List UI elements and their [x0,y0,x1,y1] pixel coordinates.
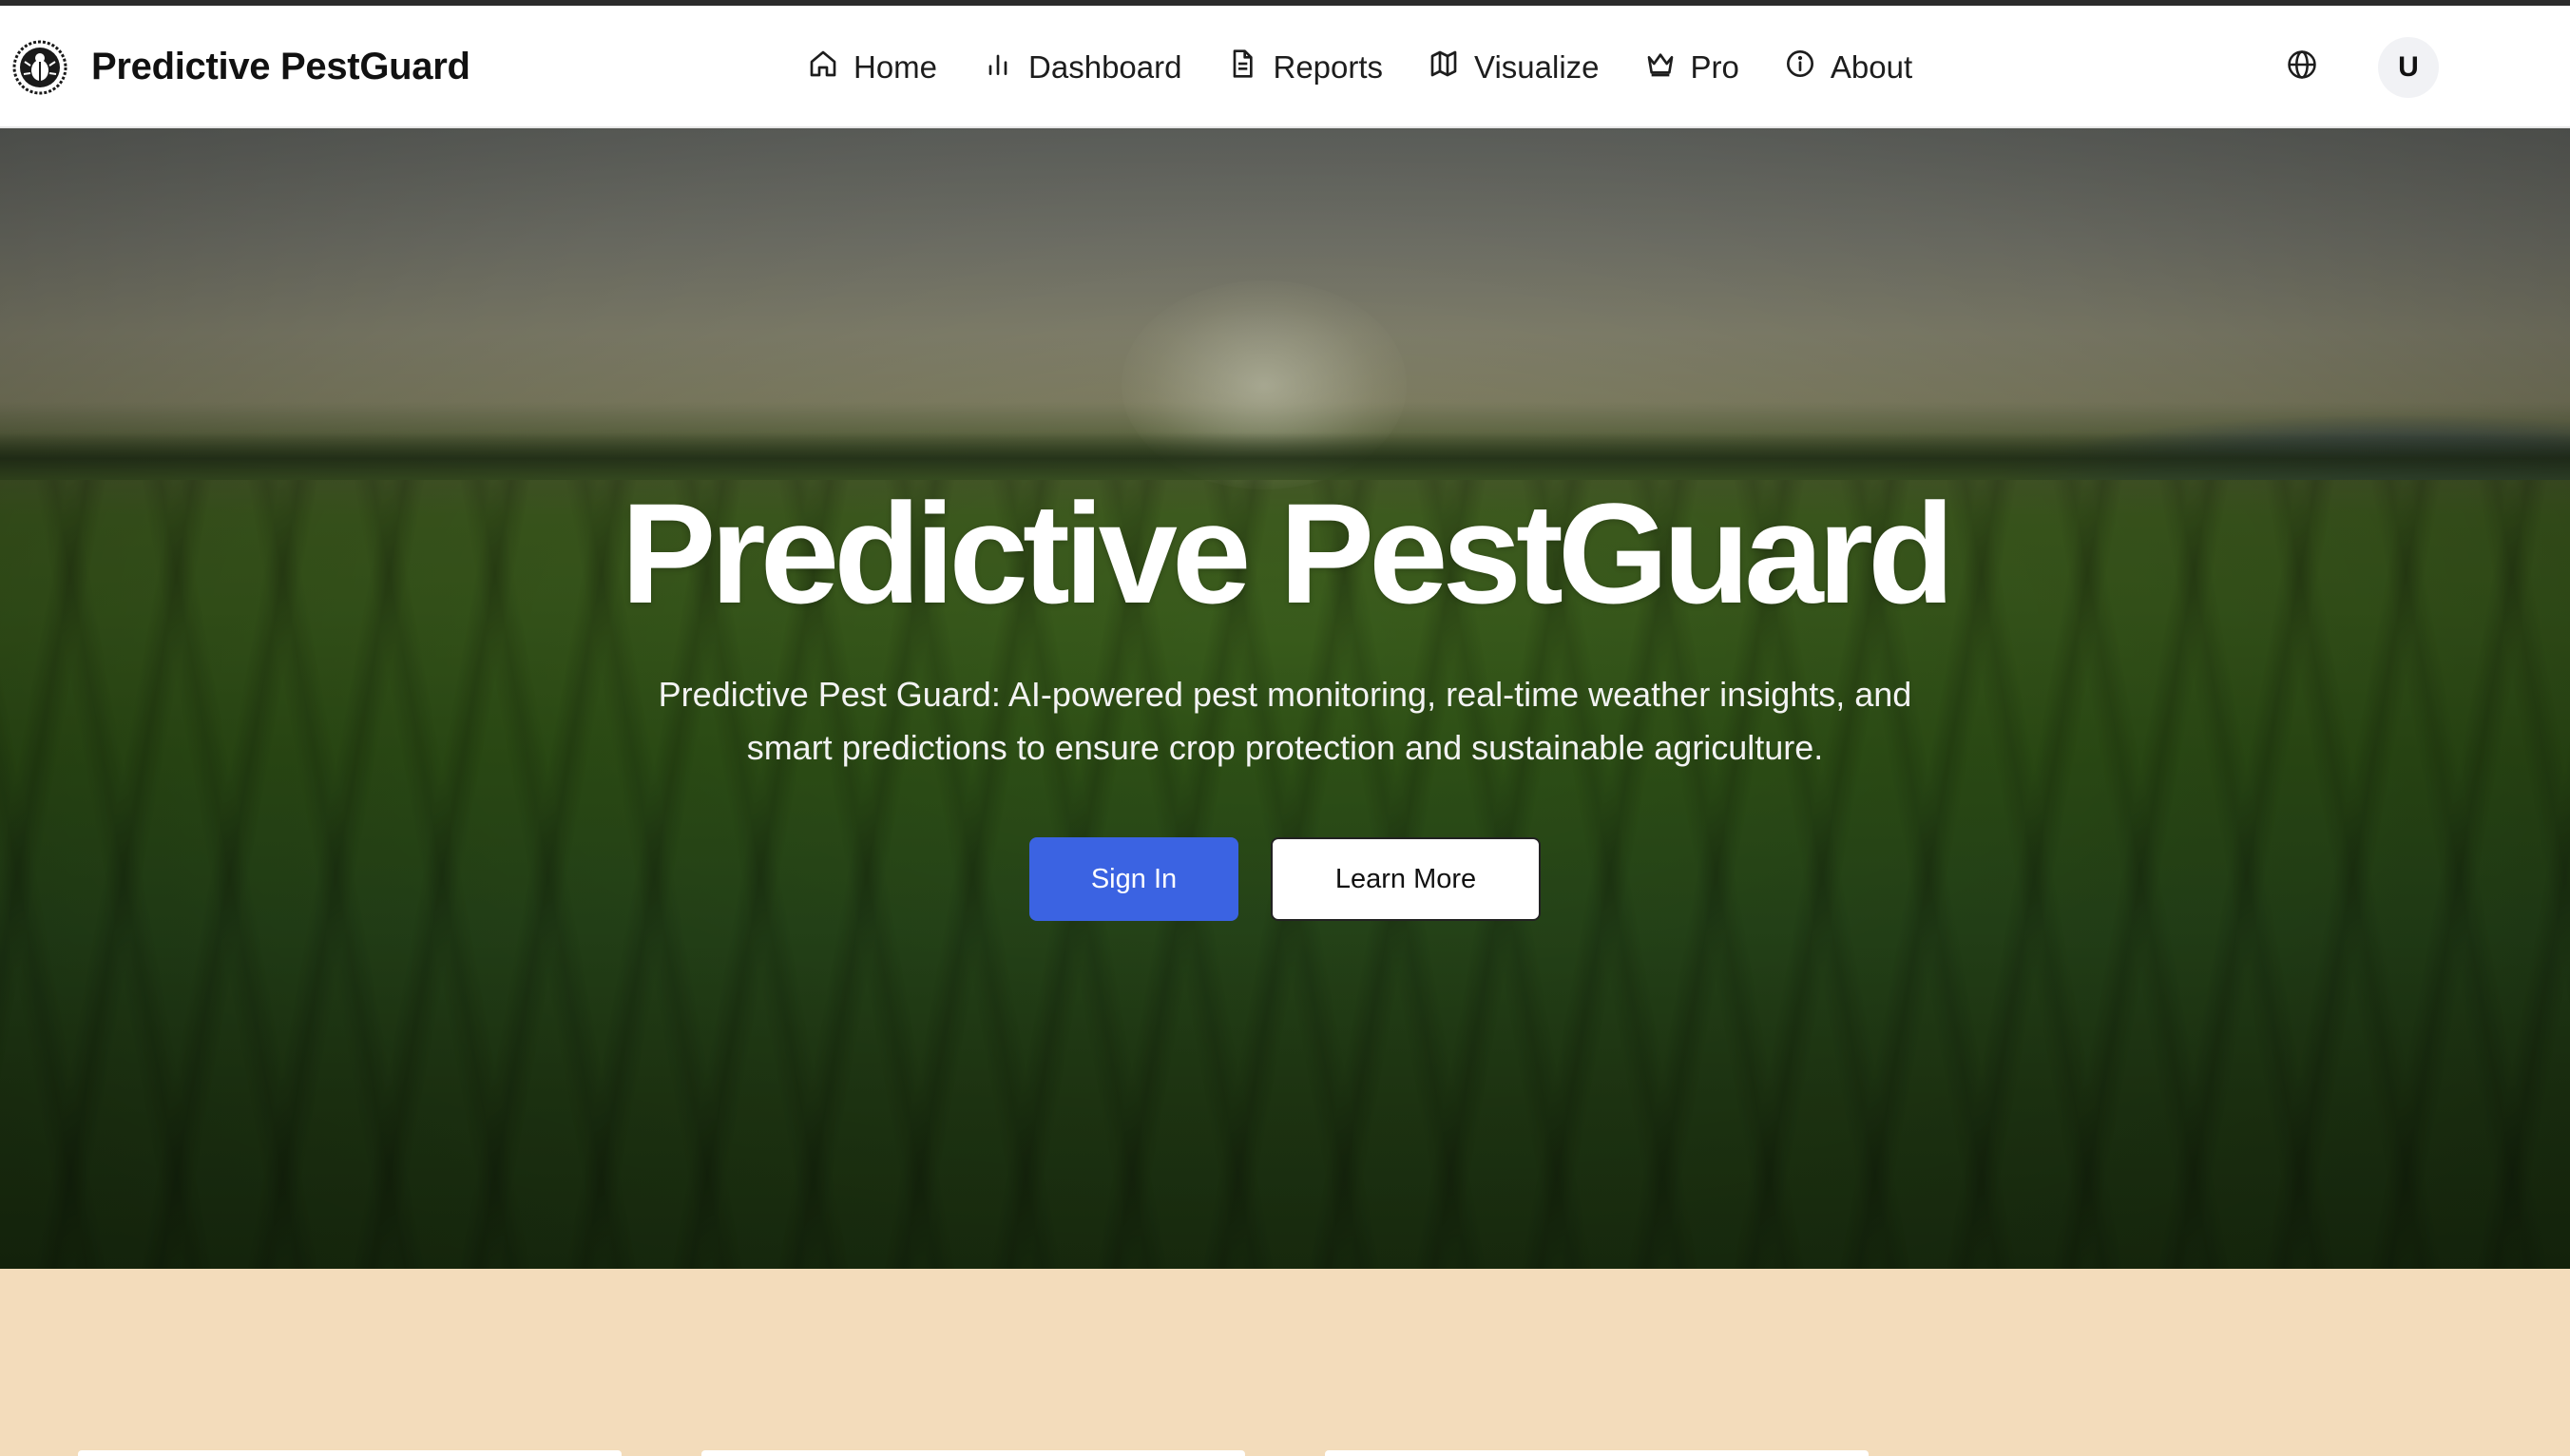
main-nav: Home Dashboard Reports Visualize Pro Abo… [808,6,1958,128]
nav-item-dashboard[interactable]: Dashboard [983,48,1181,86]
crown-icon [1645,48,1676,86]
bar-chart-icon [983,48,1013,86]
nav-item-label: Visualize [1474,48,1600,85]
hero-subtitle: Predictive Pest Guard: AI-powered pest m… [658,675,1912,767]
sign-in-button[interactable]: Sign In [1029,837,1238,921]
hero-title: Predictive PestGuard [621,473,1954,633]
globe-icon [2286,48,2318,86]
nav-item-home[interactable]: Home [808,48,937,86]
nav-item-pro[interactable]: Pro [1645,48,1739,86]
map-icon [1429,48,1459,86]
document-icon [1227,48,1257,86]
nav-item-label: Pro [1690,48,1739,85]
feature-card [78,1450,622,1456]
brand[interactable]: Predictive PestGuard [11,6,470,128]
feature-card [1325,1450,1869,1456]
brand-name: Predictive PestGuard [91,46,470,87]
nav-actions: U [2281,6,2439,128]
nav-item-label: Dashboard [1028,48,1182,85]
hero-section: Predictive PestGuard Predictive Pest Gua… [0,128,2570,1269]
nav-item-reports[interactable]: Reports [1227,48,1383,86]
nav-item-label: Home [853,48,938,85]
language-button[interactable] [2281,47,2323,88]
bug-shield-icon [11,39,68,96]
nav-item-label: Reports [1273,48,1384,85]
home-icon [808,48,838,86]
feature-card [701,1450,1245,1456]
learn-more-button[interactable]: Learn More [1271,837,1541,921]
hero-buttons: Sign In Learn More [1029,837,1541,921]
info-icon [1785,48,1815,86]
nav-item-visualize[interactable]: Visualize [1429,48,1600,86]
top-navbar: Predictive PestGuard Home Dashboard Repo… [0,6,2570,128]
nav-item-about[interactable]: About [1785,48,1912,86]
avatar[interactable]: U [2378,36,2439,98]
hero-content: Predictive PestGuard Predictive Pest Gua… [0,128,2570,1269]
features-section [0,1269,2570,1456]
nav-item-label: About [1830,48,1913,85]
